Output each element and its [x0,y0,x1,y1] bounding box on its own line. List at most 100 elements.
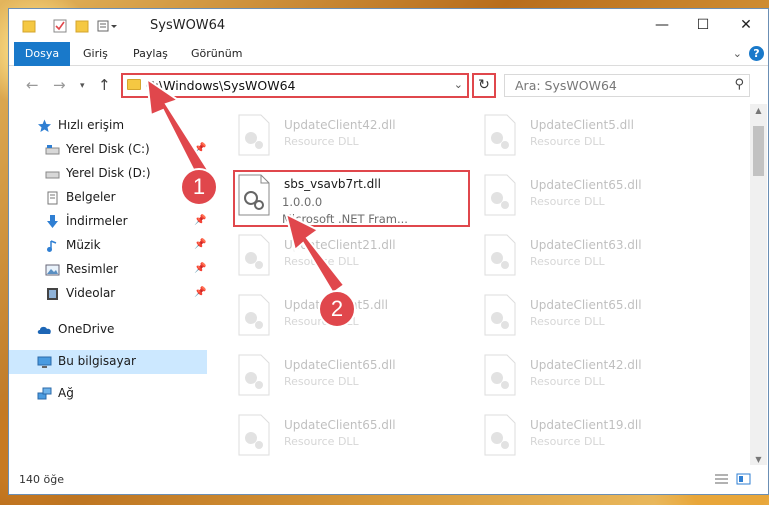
sidebar-item-network[interactable]: Ağ [9,382,207,406]
file-name: UpdateClient65.dll [284,358,396,372]
sidebar-item-label: Müzik [66,238,101,252]
file-tile[interactable]: UpdateClient42.dll Resource DLL [207,108,447,166]
dll-file-icon [238,114,270,156]
file-tile[interactable]: UpdateClient21.dll Resource DLL [207,228,447,286]
expand-ribbon-icon[interactable]: ⌄ [733,47,742,60]
sidebar-item-documents[interactable]: Belgeler [9,186,207,210]
details-view-icon[interactable] [714,473,729,485]
file-name: UpdateClient21.dll [284,238,396,252]
forward-arrow-icon[interactable]: → [53,76,66,94]
file-tile[interactable]: UpdateClient65.dll Resource DLL [207,408,447,466]
address-bar[interactable]: C:\Windows\SysWOW64 ⌄ [121,73,469,98]
file-name: UpdateClient19.dll [530,418,642,432]
callout-badge-2: 2 [318,290,356,328]
back-arrow-icon[interactable]: ← [26,76,39,94]
refresh-button[interactable]: ↻ [472,73,496,98]
file-tile[interactable]: UpdateClient63.dll Resource DLL [453,228,693,286]
search-input[interactable]: Ara: SysWOW64 ⚲ [504,74,750,97]
file-description: Microsoft .NET Fram... [282,212,408,226]
pin-icon[interactable]: 📌 [194,287,206,298]
pin-icon[interactable]: 📌 [194,143,206,154]
navigation-bar: ← → ▾ ↑ C:\Windows\SysWOW64 ⌄ ↻ Ara: Sys… [9,66,768,104]
dll-file-icon [238,354,270,396]
file-tile[interactable]: UpdateClient65.dll Resource DLL [453,288,693,346]
sidebar-item-local-disk-c[interactable]: Yerel Disk (C:) 📌 [9,138,207,162]
sidebar-item-label: Resimler [66,262,119,276]
sidebar-item-downloads[interactable]: İndirmeler 📌 [9,210,207,234]
dll-file-icon [238,234,270,276]
pin-icon[interactable]: 📌 [194,239,206,250]
file-name: UpdateClient42.dll [284,118,396,132]
chevron-down-icon[interactable]: ⌄ [454,78,463,91]
file-name: UpdateClient65.dll [530,298,642,312]
file-tile[interactable]: UpdateClient5.dll Resource DLL [453,108,693,166]
music-icon [47,240,57,252]
network-icon [37,387,52,400]
dll-file-icon [484,354,516,396]
file-type: Resource DLL [284,375,359,388]
tab-view[interactable]: Görünüm [191,42,242,66]
file-name: UpdateClient42.dll [530,358,642,372]
sidebar-item-label: Belgeler [66,190,116,204]
sidebar-item-label: Bu bilgisayar [58,354,136,368]
address-path[interactable]: C:\Windows\SysWOW64 [146,78,295,93]
sidebar-item-local-disk-d[interactable]: Yerel Disk (D:) [9,162,207,186]
folder-icon [22,20,36,33]
file-tile[interactable]: UpdateClient65.dll Resource DLL [207,348,447,406]
search-icon[interactable]: ⚲ [734,77,744,92]
sidebar-item-videos[interactable]: Videolar 📌 [9,282,207,306]
sidebar-item-onedrive[interactable]: OneDrive [9,318,207,342]
file-type: Resource DLL [530,255,605,268]
computer-icon [37,356,52,368]
scroll-thumb[interactable] [753,126,764,176]
drive-icon [45,171,60,179]
title-bar: SysWOW64 — ☐ ✕ [9,9,768,42]
new-folder-icon[interactable] [75,18,89,34]
dll-file-icon [484,174,516,216]
file-type: Resource DLL [284,255,359,268]
tab-file[interactable]: Dosya [14,42,70,66]
file-type: Resource DLL [284,435,359,448]
file-list: UpdateClient42.dll Resource DLL UpdateCl… [207,104,744,467]
sidebar-item-music[interactable]: Müzik 📌 [9,234,207,258]
download-icon [47,215,58,228]
pin-icon[interactable]: 📌 [194,215,206,226]
file-tile[interactable]: UpdateClient65.dll Resource DLL [453,168,693,226]
file-tile[interactable]: UpdateClient42.dll Resource DLL [453,348,693,406]
dll-file-icon [484,294,516,336]
properties-icon[interactable] [53,18,67,34]
tab-home[interactable]: Giriş [83,42,108,66]
tab-share[interactable]: Paylaş [133,42,168,66]
dll-file-icon [238,294,270,336]
customize-toolbar-icon[interactable] [97,18,119,34]
navigation-pane: Hızlı erişim Yerel Disk (C:) 📌 Yerel Dis… [9,104,207,467]
sidebar-item-pictures[interactable]: Resimler 📌 [9,258,207,282]
video-icon [47,288,58,300]
pin-icon[interactable]: 📌 [194,263,206,274]
sidebar-item-label: Videolar [66,286,116,300]
cloud-icon [37,326,51,334]
file-name: UpdateClient65.dll [284,418,396,432]
ribbon-tabs: Dosya Giriş Paylaş Görünüm ⌄ ? [9,42,768,66]
dll-file-icon [484,234,516,276]
maximize-button[interactable]: ☐ [686,14,720,36]
close-button[interactable]: ✕ [729,14,763,36]
help-icon[interactable]: ? [749,46,764,61]
file-name: UpdateClient63.dll [530,238,642,252]
sidebar-item-quick-access[interactable]: Hızlı erişim [9,114,207,138]
scroll-up-icon[interactable]: ▲ [750,104,767,118]
recent-locations-icon[interactable]: ▾ [80,81,85,91]
file-type: Resource DLL [530,135,605,148]
large-icons-view-icon[interactable] [736,473,751,485]
vertical-scrollbar[interactable]: ▲ ▼ [750,104,767,467]
minimize-button[interactable]: — [645,14,679,36]
dll-file-icon [238,414,270,456]
up-arrow-icon[interactable]: ↑ [98,76,111,94]
file-type: Resource DLL [284,135,359,148]
sidebar-item-label: Hızlı erişim [58,118,125,132]
sidebar-item-this-pc[interactable]: Bu bilgisayar [9,350,207,374]
window-title: SysWOW64 [150,18,226,33]
file-tile[interactable]: UpdateClient19.dll Resource DLL [453,408,693,466]
search-placeholder: Ara: SysWOW64 [515,78,617,93]
picture-icon [45,264,60,276]
